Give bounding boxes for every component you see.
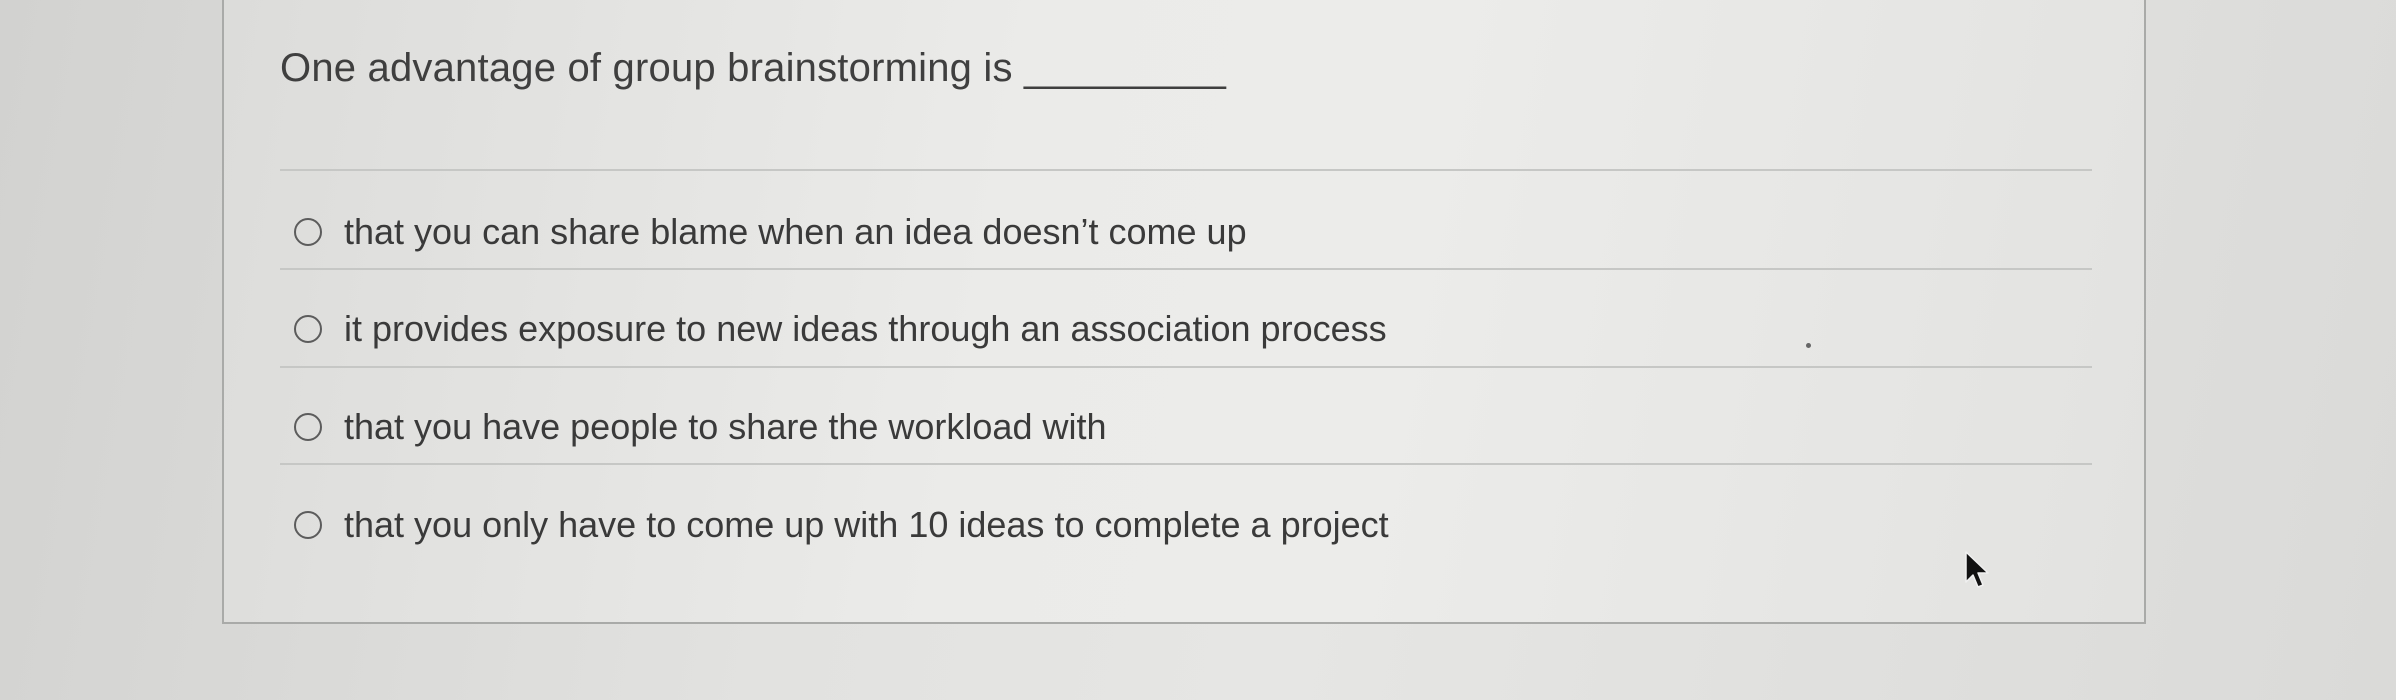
answer-option-label: that you only have to come up with 10 id…	[344, 504, 1389, 545]
answer-option-label: that you can share blame when an idea do…	[344, 211, 1247, 252]
option-divider	[280, 366, 2092, 368]
screen: One advantage of group brainstorming is …	[0, 0, 2396, 700]
question-text: One advantage of group brainstorming is …	[280, 46, 1227, 90]
answer-option-label: that you have people to share the worklo…	[344, 406, 1107, 447]
answer-option-1[interactable]: that you can share blame when an idea do…	[294, 202, 1247, 262]
answer-option-3[interactable]: that you have people to share the worklo…	[294, 397, 1107, 457]
answer-option-2[interactable]: it provides exposure to new ideas throug…	[294, 299, 1387, 359]
radio-circle-icon[interactable]	[294, 315, 322, 343]
radio-circle-icon[interactable]	[294, 218, 322, 246]
answer-option-label: it provides exposure to new ideas throug…	[344, 308, 1387, 349]
question-divider	[280, 169, 2092, 171]
speck-mark	[1806, 343, 1811, 348]
question-card: One advantage of group brainstorming is …	[222, 0, 2146, 624]
radio-circle-icon[interactable]	[294, 511, 322, 539]
option-divider	[280, 268, 2092, 270]
answer-option-4[interactable]: that you only have to come up with 10 id…	[294, 495, 1389, 555]
mouse-pointer-icon	[1965, 551, 1989, 588]
radio-circle-icon[interactable]	[294, 413, 322, 441]
option-divider	[280, 463, 2092, 465]
